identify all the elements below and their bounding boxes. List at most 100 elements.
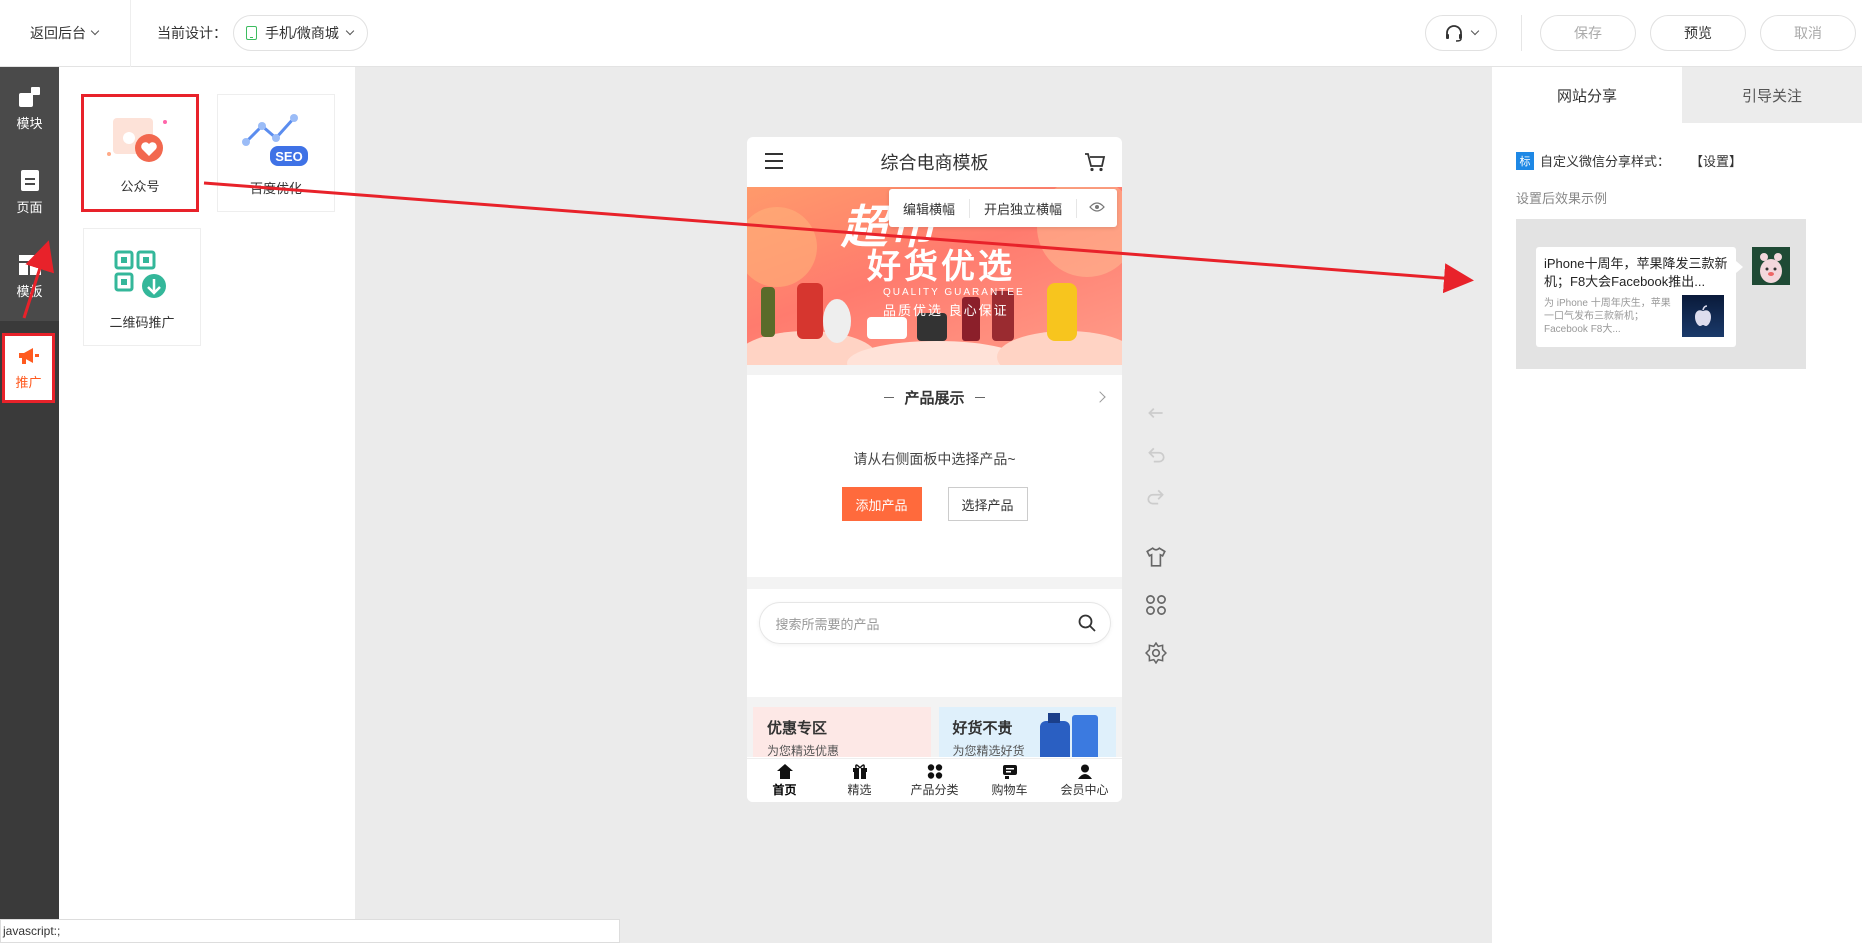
headset-icon bbox=[1446, 25, 1462, 42]
share-card-title: iPhone十周年，苹果降发三款新机；F8大会Facebook推出... bbox=[1544, 256, 1728, 289]
rail-item-template[interactable]: 模板 bbox=[0, 235, 59, 319]
top-bar: 返回后台 当前设计： 手机/微商城 保存 预览 取消 bbox=[0, 0, 1862, 67]
design-select[interactable]: 手机/微商城 bbox=[233, 15, 368, 51]
tab-label: 精选 bbox=[847, 782, 872, 797]
banner-subtitle-1: QUALITY GUARANTEE bbox=[883, 287, 1025, 298]
tab-label: 会员中心 bbox=[1060, 782, 1109, 797]
promo-row: 优惠专区 为您精选优惠 好货不贵 为您精选好货 bbox=[747, 697, 1122, 757]
rail-item-label: 模块 bbox=[16, 115, 43, 131]
independent-banner-button[interactable]: 开启独立横幅 bbox=[970, 198, 1077, 218]
section-title: 产品展示 bbox=[904, 389, 965, 407]
save-button[interactable]: 保存 bbox=[1540, 15, 1636, 51]
rail-item-promotion[interactable]: 推广 bbox=[2, 333, 55, 403]
hamburger-icon[interactable] bbox=[765, 153, 783, 174]
promo-title: 优惠专区 bbox=[767, 720, 828, 737]
promo-card-discount[interactable]: 优惠专区 为您精选优惠 bbox=[753, 707, 931, 757]
top-actions: 保存 预览 取消 bbox=[1425, 15, 1856, 51]
tab-label: 购物车 bbox=[991, 782, 1028, 797]
shirt-icon[interactable] bbox=[1145, 546, 1167, 568]
card-label: 百度优化 bbox=[249, 181, 302, 196]
tab-cart[interactable]: 购物车 bbox=[972, 759, 1047, 802]
rail-item-page[interactable]: 页面 bbox=[0, 151, 59, 235]
left-rail: 模块 页面 模板 推广 bbox=[0, 67, 59, 943]
page-icon bbox=[20, 170, 39, 191]
bottom-tab-bar: 首页 精选 产品分类 购物车 会员中心 bbox=[747, 758, 1122, 802]
support-button[interactable] bbox=[1425, 15, 1497, 51]
tab-categories[interactable]: 产品分类 bbox=[897, 759, 972, 802]
megaphone-icon bbox=[18, 347, 39, 364]
seo-icon: SEO bbox=[242, 114, 308, 166]
gear-icon[interactable] bbox=[1145, 642, 1167, 664]
rail-top-group: 模块 页面 模板 bbox=[0, 67, 59, 321]
back-to-admin-button[interactable]: 返回后台 bbox=[30, 23, 100, 43]
edit-banner-button[interactable]: 编辑横幅 bbox=[889, 198, 970, 218]
product-action-row: 添加产品 选择产品 bbox=[747, 487, 1122, 521]
cart-icon bbox=[1002, 764, 1017, 779]
cart-icon[interactable] bbox=[1084, 152, 1106, 172]
search-icon[interactable] bbox=[1078, 614, 1096, 632]
chevron-down-icon bbox=[90, 26, 100, 36]
gift-icon bbox=[852, 763, 867, 779]
arrow-left-icon[interactable] bbox=[1145, 402, 1167, 424]
divider bbox=[747, 577, 1122, 589]
tab-home[interactable]: 首页 bbox=[747, 759, 822, 802]
module-icon bbox=[18, 86, 40, 107]
home-icon bbox=[776, 763, 793, 779]
grid-icon[interactable] bbox=[1145, 594, 1167, 616]
rail-item-label: 推广 bbox=[15, 374, 42, 390]
rail-item-label: 模板 bbox=[16, 283, 43, 299]
card-label: 二维码推广 bbox=[109, 315, 175, 330]
detergent-bottle-illustration bbox=[1040, 713, 1098, 757]
promo-card-good-deals[interactable]: 好货不贵 为您精选好货 bbox=[938, 707, 1116, 757]
empty-product-tip: 请从右侧面板中选择产品~ bbox=[853, 451, 1016, 467]
custom-share-label: 自定义微信分享样式： bbox=[1540, 154, 1671, 169]
tab-label: 产品分类 bbox=[910, 782, 959, 797]
redo-icon[interactable] bbox=[1145, 486, 1167, 508]
banner[interactable]: 超市 好货优选 QUALITY GUARANTEE 品质优选 良心保证 编辑横幅… bbox=[747, 187, 1122, 365]
search-section: 搜索所需要的产品 bbox=[747, 589, 1122, 657]
product-search-input[interactable]: 搜索所需要的产品 bbox=[758, 602, 1111, 644]
share-example-preview: iPhone十周年，苹果降发三款新机；F8大会Facebook推出... 为 i… bbox=[1516, 219, 1806, 369]
divider bbox=[974, 396, 985, 398]
phone-title: 综合电商模板 bbox=[880, 153, 989, 173]
tab-featured[interactable]: 精选 bbox=[822, 759, 897, 802]
tab-member-center[interactable]: 会员中心 bbox=[1047, 759, 1122, 802]
svg-text:SEO: SEO bbox=[275, 149, 302, 164]
undo-icon[interactable] bbox=[1145, 444, 1167, 466]
design-selected-value: 手机/微商城 bbox=[265, 25, 339, 41]
example-note: 设置后效果示例 bbox=[1516, 191, 1608, 206]
back-label: 返回后台 bbox=[30, 25, 86, 41]
share-card: iPhone十周年，苹果降发三款新机；F8大会Facebook推出... 为 i… bbox=[1536, 247, 1743, 347]
share-card-desc: 为 iPhone 十周年庆生，苹果一口气发布三款新机；Facebook F8大.… bbox=[1544, 298, 1671, 335]
phone-icon bbox=[246, 26, 257, 40]
grid-icon bbox=[927, 763, 942, 779]
phone-header: 综合电商模板 bbox=[747, 137, 1122, 187]
banner-title-2: 好货优选 bbox=[867, 248, 1015, 286]
tab-site-share[interactable]: 网站分享 bbox=[1492, 67, 1682, 123]
heart-photo-icon bbox=[107, 118, 167, 162]
user-icon bbox=[1077, 764, 1092, 779]
card-baidu-seo[interactable]: SEO 百度优化 bbox=[217, 94, 335, 212]
rail-item-module[interactable]: 模块 bbox=[0, 67, 59, 151]
current-design-label: 当前设计： bbox=[157, 25, 227, 41]
tab-guide-follow[interactable]: 引导关注 bbox=[1682, 67, 1862, 123]
card-qr-promotion[interactable]: 二维码推广 bbox=[83, 228, 201, 346]
select-product-button[interactable]: 选择产品 bbox=[947, 487, 1028, 521]
avatar bbox=[1752, 247, 1790, 285]
cancel-button[interactable]: 取消 bbox=[1760, 15, 1856, 51]
right-tabs: 网站分享 引导关注 bbox=[1492, 67, 1862, 123]
template-icon bbox=[18, 254, 41, 275]
chevron-right-icon[interactable] bbox=[1094, 391, 1106, 403]
search-placeholder: 搜索所需要的产品 bbox=[775, 616, 880, 632]
card-official-account[interactable]: 公众号 bbox=[81, 94, 199, 212]
eye-icon[interactable] bbox=[1077, 201, 1117, 216]
add-product-button[interactable]: 添加产品 bbox=[841, 487, 922, 521]
right-panel: 网站分享 引导关注 标 自定义微信分享样式： 【设置】 设置后效果示例 iPho… bbox=[1492, 67, 1862, 943]
chevron-down-icon bbox=[345, 26, 355, 36]
settings-link[interactable]: 【设置】 bbox=[1690, 151, 1742, 170]
promo-subtitle: 为您精选优惠 bbox=[767, 744, 840, 757]
tab-label: 首页 bbox=[772, 782, 797, 797]
custom-share-row: 标 自定义微信分享样式： 【设置】 bbox=[1516, 151, 1862, 170]
preview-button[interactable]: 预览 bbox=[1650, 15, 1746, 51]
divider bbox=[130, 0, 131, 67]
